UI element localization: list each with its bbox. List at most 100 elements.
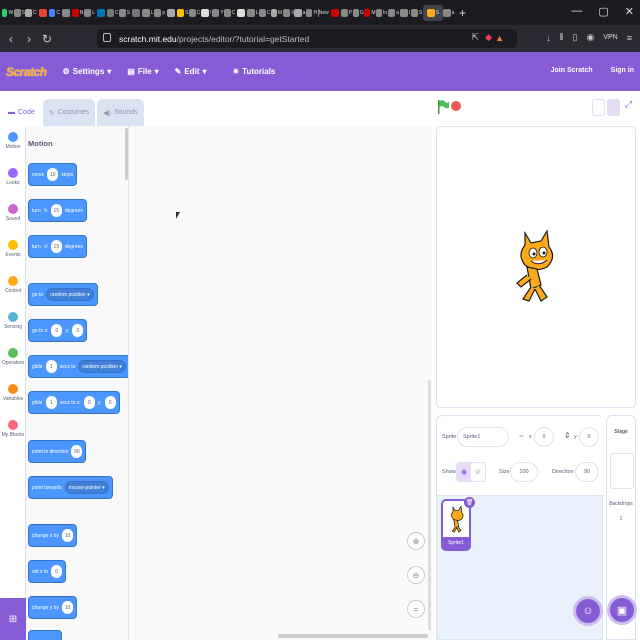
workspace-vertical-scrollbar[interactable] bbox=[428, 380, 431, 630]
category-motion[interactable]: Motion bbox=[0, 132, 26, 150]
block-set-x[interactable]: set x to 0 bbox=[28, 560, 67, 583]
maximize-icon[interactable]: ▢ bbox=[598, 5, 608, 18]
browser-tab[interactable]: Y bbox=[212, 5, 224, 21]
block-point-towards[interactable]: point towards mouse-pointer ▾ bbox=[28, 476, 113, 499]
browser-tab[interactable] bbox=[37, 5, 48, 21]
new-tab-icon[interactable]: + bbox=[459, 6, 466, 20]
block-turn-left[interactable]: turn ↺ 15 degrees bbox=[28, 235, 87, 258]
small-stage-icon[interactable] bbox=[592, 99, 605, 116]
browser-tab[interactable]: C bbox=[48, 5, 60, 21]
browser-tab[interactable]: I bbox=[201, 5, 212, 21]
browser-tab[interactable]: S bbox=[177, 5, 189, 21]
browser-tab[interactable]: New bbox=[317, 5, 329, 21]
block-point-direction[interactable]: point in direction 90 bbox=[28, 440, 87, 463]
category-variables[interactable]: Variables bbox=[0, 384, 26, 402]
zoom-reset-icon[interactable]: = bbox=[407, 600, 425, 618]
browser-tab[interactable]: a bbox=[443, 5, 454, 21]
browser-tab[interactable]: M bbox=[270, 5, 282, 21]
block-glide-xy[interactable]: glide 1 secs to x: 0 y: 0 bbox=[28, 391, 120, 414]
library-icon[interactable]: ⫴ bbox=[560, 32, 564, 43]
zoom-in-icon[interactable]: ⊕ bbox=[407, 532, 425, 550]
block-input[interactable]: 15 bbox=[50, 204, 62, 217]
browser-tab[interactable]: a bbox=[294, 5, 305, 21]
sidebar-icon[interactable]: ▯ bbox=[573, 32, 578, 43]
browser-tab[interactable]: C bbox=[107, 5, 118, 21]
direction-input[interactable]: 90 bbox=[575, 462, 599, 482]
block-input[interactable]: 15 bbox=[50, 240, 62, 253]
browser-tab[interactable]: N bbox=[72, 5, 83, 21]
y-input[interactable]: 0 bbox=[579, 427, 599, 447]
size-input[interactable]: 100 bbox=[510, 462, 538, 482]
category-events[interactable]: Events bbox=[0, 240, 26, 258]
browser-tab[interactable]: C bbox=[259, 5, 270, 21]
browser-tab[interactable] bbox=[166, 5, 177, 21]
forward-icon[interactable]: › bbox=[22, 32, 36, 46]
download-icon[interactable]: ↓ bbox=[546, 33, 551, 43]
choose-sprite-icon[interactable]: ☺ bbox=[576, 599, 600, 623]
browser-tab[interactable]: p bbox=[153, 5, 165, 21]
block-input[interactable]: 90 bbox=[71, 445, 83, 458]
browser-tab[interactable]: W bbox=[2, 5, 13, 21]
code-workspace[interactable] bbox=[129, 126, 432, 640]
minimize-icon[interactable]: — bbox=[571, 5, 582, 18]
extension-icon[interactable]: ▲ bbox=[495, 33, 504, 43]
browser-tab[interactable]: S bbox=[118, 5, 130, 21]
tab-code[interactable]: ▬ Code bbox=[2, 99, 41, 126]
account-icon[interactable]: ◉ bbox=[586, 32, 594, 43]
sprite-name-input[interactable]: Sprite1 bbox=[457, 427, 509, 447]
browser-tab[interactable]: In bbox=[376, 5, 387, 21]
browser-tab[interactable]: I bbox=[399, 5, 410, 21]
close-icon[interactable]: ✕ bbox=[625, 5, 634, 18]
vpn-button[interactable]: VPN bbox=[603, 34, 617, 41]
stage-thumbnail[interactable] bbox=[610, 453, 634, 489]
add-extension-icon[interactable]: ⊞ bbox=[0, 598, 26, 640]
browser-tab[interactable]: C bbox=[189, 5, 200, 21]
block-change-x[interactable]: change x by 10 bbox=[28, 524, 77, 547]
x-input[interactable]: 0 bbox=[534, 427, 554, 447]
block-input[interactable]: 1 bbox=[45, 396, 57, 409]
block-input[interactable]: 0 bbox=[83, 396, 95, 409]
category-control[interactable]: Control bbox=[0, 276, 26, 294]
workspace-horizontal-scrollbar[interactable] bbox=[278, 634, 428, 638]
fullscreen-icon[interactable]: ⤢ bbox=[622, 99, 635, 116]
category-my-blocks[interactable]: My Blocks bbox=[0, 420, 26, 438]
block-dropdown[interactable]: random position ▾ bbox=[46, 288, 94, 301]
delete-sprite-icon[interactable]: 🗑 bbox=[464, 497, 475, 508]
tab-sounds[interactable]: ◀) Sounds bbox=[97, 99, 144, 126]
sprite-thumbnail[interactable]: 🗑 Sprite1 bbox=[441, 497, 475, 551]
browser-tab[interactable]: C bbox=[224, 5, 235, 21]
green-flag-icon[interactable] bbox=[438, 100, 449, 114]
category-looks[interactable]: Looks bbox=[0, 168, 26, 186]
browser-tab[interactable]: L bbox=[142, 5, 153, 21]
normal-stage-icon[interactable] bbox=[607, 99, 620, 116]
show-visible-icon[interactable]: ◉ bbox=[457, 463, 471, 481]
block-input[interactable]: 10 bbox=[47, 168, 59, 181]
stage[interactable] bbox=[436, 126, 636, 408]
browser-tab[interactable] bbox=[236, 5, 247, 21]
menu-icon[interactable]: ≡ bbox=[627, 33, 632, 43]
browser-tab[interactable]: M bbox=[364, 5, 376, 21]
category-sound[interactable]: Sound bbox=[0, 204, 26, 222]
block-input[interactable]: 0 bbox=[51, 324, 63, 337]
browser-tab[interactable]: S bbox=[13, 5, 25, 21]
browser-tab[interactable]: S bbox=[411, 5, 422, 21]
reload-icon[interactable]: ↻ bbox=[40, 32, 54, 46]
browser-tab[interactable] bbox=[329, 5, 340, 21]
browser-tab[interactable] bbox=[96, 5, 107, 21]
join-scratch-link[interactable]: Join Scratch bbox=[551, 67, 593, 74]
browser-tab[interactable]: P bbox=[340, 5, 352, 21]
scratch-cat-sprite-icon[interactable] bbox=[513, 227, 559, 309]
block-turn-right[interactable]: turn ↻ 15 degrees bbox=[28, 199, 87, 222]
block-go-to[interactable]: go to random position ▾ bbox=[28, 283, 98, 306]
browser-tab[interactable]: L bbox=[247, 5, 259, 21]
settings-menu[interactable]: ⚙ Settings ▾ bbox=[63, 67, 112, 76]
browser-tab[interactable]: a bbox=[387, 5, 399, 21]
sign-in-link[interactable]: Sign in bbox=[611, 67, 634, 74]
file-menu[interactable]: ▤ File ▾ bbox=[127, 67, 158, 76]
stop-icon[interactable] bbox=[451, 101, 461, 111]
url-bar[interactable]: scratch.mit.edu/projects/editor/?tutoria… bbox=[97, 29, 517, 48]
browser-tab[interactable]: L bbox=[83, 5, 95, 21]
browser-tab[interactable] bbox=[60, 5, 71, 21]
block-input[interactable]: 10 bbox=[61, 601, 73, 614]
back-icon[interactable]: ‹ bbox=[4, 32, 18, 46]
